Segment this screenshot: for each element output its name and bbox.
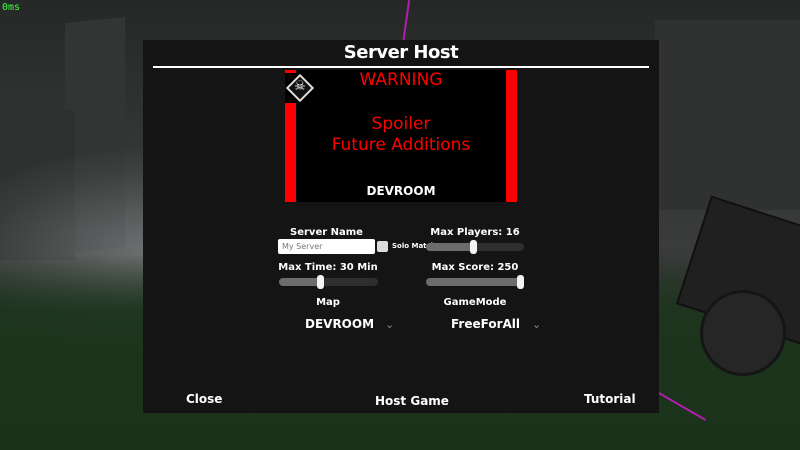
max-time-slider[interactable] — [279, 275, 378, 289]
glow-wire — [401, 0, 411, 45]
background-structure — [655, 20, 800, 210]
slider-handle[interactable] — [317, 275, 325, 289]
preview-spoiler-text: Spoiler Future Additions — [285, 114, 517, 156]
host-game-button[interactable]: Host Game — [375, 394, 449, 408]
solo-match-checkbox[interactable] — [377, 241, 388, 252]
fps-counter: 0ms — [2, 2, 21, 13]
chevron-down-icon[interactable]: ⌄ — [385, 318, 394, 331]
chevron-down-icon[interactable]: ⌄ — [532, 318, 541, 331]
preview-spoiler-line2: Future Additions — [331, 135, 471, 155]
max-players-label: Max Players: 16 — [430, 227, 520, 238]
slider-fill — [426, 243, 474, 251]
slider-handle[interactable] — [469, 240, 477, 254]
map-label: Map — [316, 297, 340, 308]
gamemode-dropdown[interactable]: FreeForAll — [451, 317, 520, 331]
preview-warning: WARNING — [359, 70, 443, 90]
dialog-title: Server Host — [343, 42, 459, 63]
max-time-label: Max Time: 30 Min — [278, 262, 378, 273]
server-name-input[interactable]: My Server — [278, 239, 375, 254]
map-preview: ☠ WARNING Spoiler Future Additions DEVRO… — [285, 70, 517, 202]
preview-spoiler-line1: Spoiler — [371, 114, 431, 134]
title-divider — [153, 66, 649, 68]
max-players-slider[interactable] — [426, 240, 524, 254]
max-score-label: Max Score: 250 — [431, 262, 519, 273]
gamemode-label: GameMode — [443, 297, 507, 308]
map-dropdown[interactable]: DEVROOM — [305, 317, 374, 331]
vehicle-wheel — [700, 290, 786, 376]
preview-map-name: DEVROOM — [366, 184, 436, 198]
slider-fill — [279, 278, 321, 286]
max-score-slider[interactable] — [426, 275, 524, 289]
slider-handle[interactable] — [517, 275, 524, 289]
server-host-dialog: Server Host ☠ WARNING Spoiler Future Add… — [143, 40, 659, 413]
close-button[interactable]: Close — [186, 392, 222, 406]
slider-fill — [426, 278, 524, 286]
tutorial-button[interactable]: Tutorial — [584, 392, 636, 406]
server-name-label: Server Name — [290, 227, 363, 238]
